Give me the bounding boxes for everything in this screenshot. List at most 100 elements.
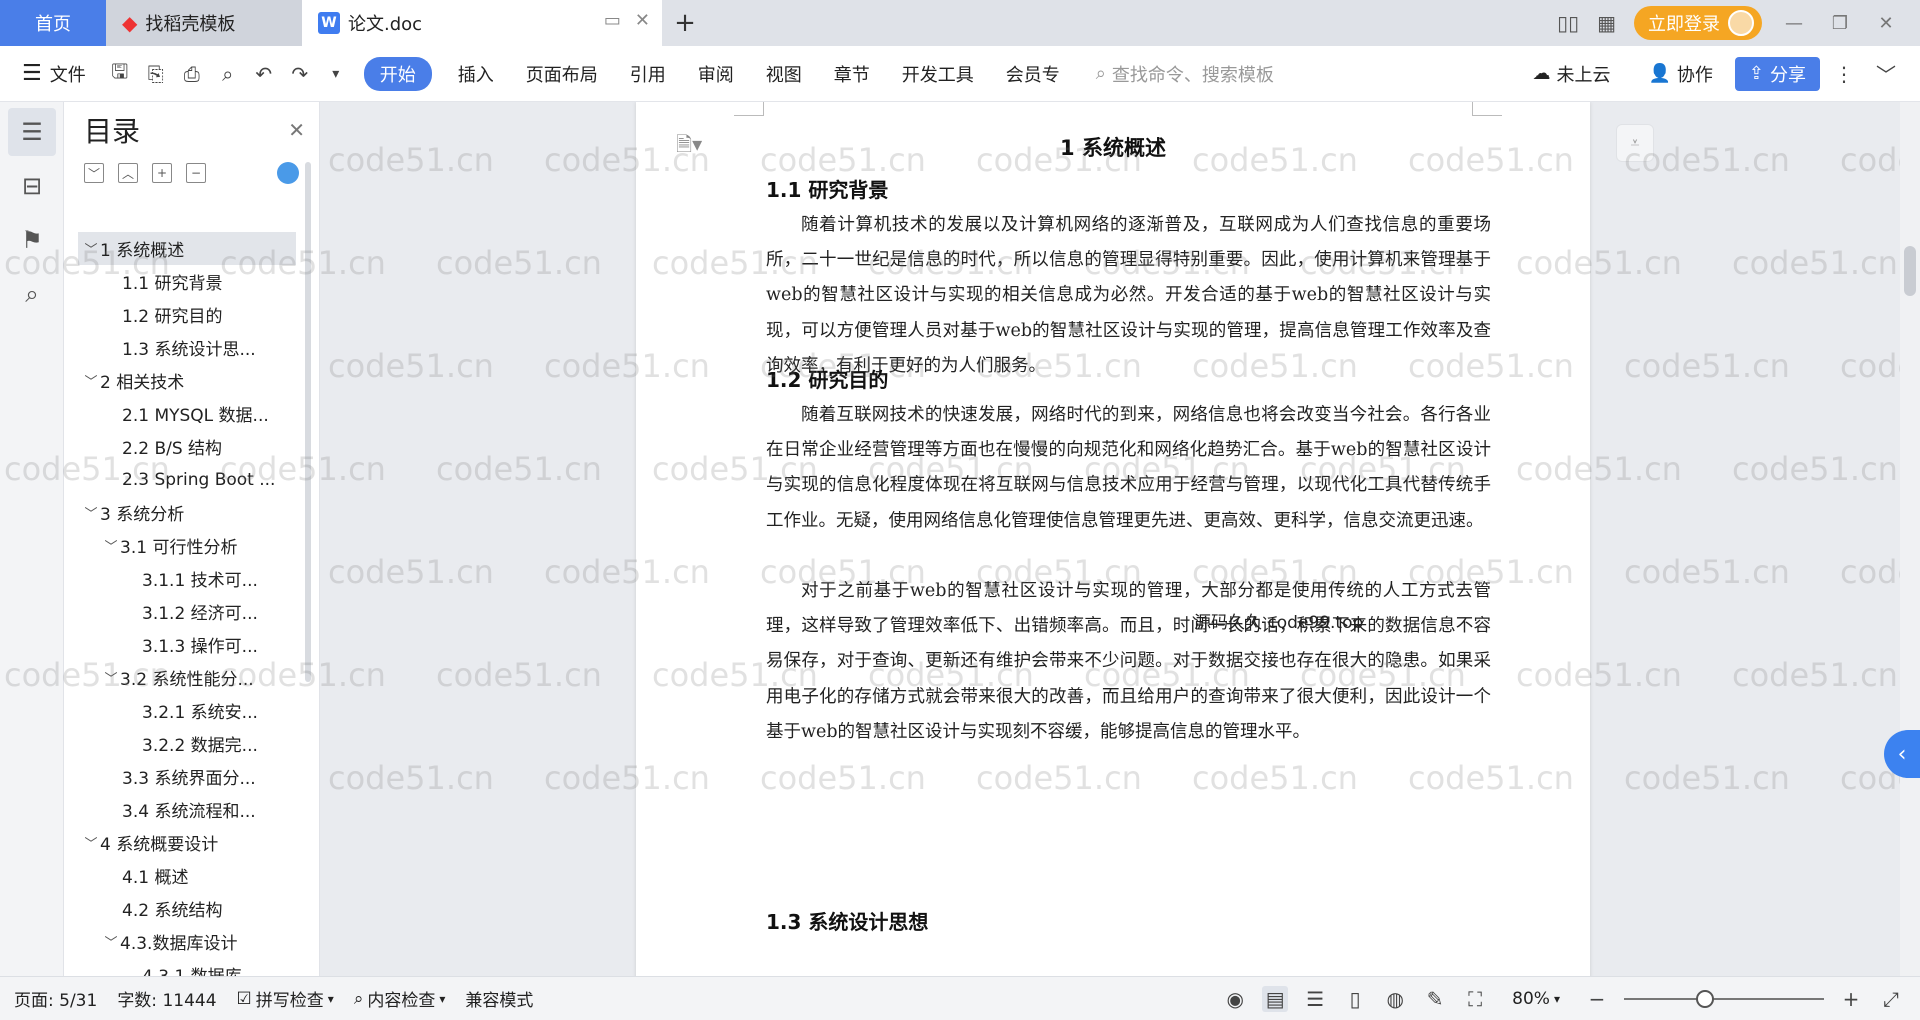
tab-layout[interactable]: 页面布局 xyxy=(510,61,614,87)
zoom-out-icon[interactable]: − xyxy=(1584,986,1610,1012)
tab-document[interactable]: W 论文.doc ▭ ✕ xyxy=(302,0,662,46)
pen-icon[interactable]: ✎ xyxy=(1422,986,1448,1012)
toc-item[interactable]: 3.1.1 技术可... xyxy=(78,562,296,595)
ai-assistant-icon[interactable] xyxy=(277,162,299,184)
undo-icon[interactable]: ↶ xyxy=(248,58,280,90)
document-page[interactable]: 🗎▾ 1 系统概述 1.1 研究背景 随着计算机技术的发展以及计算机网络的逐渐普… xyxy=(636,102,1590,976)
toc-item[interactable]: ﹀ 3.2 系统性能分... xyxy=(78,661,296,694)
chevron-down-icon[interactable]: ﹀ xyxy=(102,536,120,555)
export-icon[interactable]: ⎘ xyxy=(140,58,172,90)
toc-item[interactable]: 4.3.1 数据库... xyxy=(78,958,296,976)
toc-item[interactable]: 4.2 系统结构 xyxy=(78,892,296,925)
scroll-thumb[interactable] xyxy=(1904,246,1916,296)
chevron-down-icon[interactable]: ﹀ xyxy=(102,668,120,687)
reading-mode-icon[interactable]: ▯▯ xyxy=(1557,11,1579,35)
restore-icon[interactable]: ❐ xyxy=(1826,13,1854,34)
print-icon[interactable]: ⎙ xyxy=(176,58,208,90)
word-count[interactable]: 字数: 11444 xyxy=(107,986,226,1011)
fit-page-icon[interactable]: ⛶ xyxy=(1462,986,1488,1012)
tab-insert[interactable]: 插入 xyxy=(442,61,510,87)
toc-item[interactable]: ﹀ 2 相关技术 xyxy=(78,364,296,397)
tab-reference[interactable]: 引用 xyxy=(614,61,682,87)
page-view-icon[interactable]: ▤ xyxy=(1262,985,1289,1012)
chevron-down-icon[interactable]: ﹀ xyxy=(82,371,100,390)
toc-item[interactable]: ﹀ 4 系统概要设计 xyxy=(78,826,296,859)
vertical-scrollbar[interactable] xyxy=(1900,102,1920,976)
toc-item[interactable]: 3.4 系统流程和... xyxy=(78,793,296,826)
close-tab-icon[interactable]: ✕ xyxy=(635,10,650,31)
new-tab-button[interactable]: + xyxy=(662,0,708,46)
outline-icon[interactable]: ⊟ xyxy=(8,162,56,210)
toc-item[interactable]: 4.1 概述 xyxy=(78,859,296,892)
toc-item[interactable]: ﹀ 1 系统概述 xyxy=(78,232,296,265)
toc-item[interactable]: 1.2 研究目的 xyxy=(78,298,296,331)
find-icon[interactable]: ⌕ xyxy=(8,270,56,318)
toc-item[interactable]: 3.3 系统界面分... xyxy=(78,760,296,793)
toc-item[interactable]: 3.2.1 系统安... xyxy=(78,694,296,727)
toc-item[interactable]: 1.1 研究背景 xyxy=(78,265,296,298)
add-level-icon[interactable]: + xyxy=(152,163,172,183)
chevron-down-icon[interactable]: ﹀ xyxy=(82,833,100,852)
zoom-slider[interactable] xyxy=(1624,989,1824,1008)
login-button[interactable]: 立即登录 xyxy=(1634,6,1762,40)
expand-up-icon[interactable]: ︿ xyxy=(118,163,138,183)
toc-item[interactable]: 1.3 系统设计思... xyxy=(78,331,296,364)
close-window-icon[interactable]: ✕ xyxy=(1872,13,1900,34)
minimize-icon[interactable]: — xyxy=(1780,13,1808,34)
compat-mode[interactable]: 兼容模式 xyxy=(455,986,543,1011)
chevron-down-icon[interactable]: ﹀ xyxy=(102,932,120,951)
collab-label: 协作 xyxy=(1676,64,1713,86)
tab-review[interactable]: 审阅 xyxy=(682,61,750,87)
tab-daoke[interactable]: ◆ 找稻壳模板 xyxy=(106,0,302,46)
toc-item[interactable]: 2.2 B/S 结构 xyxy=(78,430,296,463)
toc-item[interactable]: 3.1.2 经济可... xyxy=(78,595,296,628)
fullscreen-icon[interactable]: ⤢ xyxy=(1878,986,1904,1012)
toc-item[interactable]: ﹀ 4.3.数据库设计 xyxy=(78,925,296,958)
redo-icon[interactable]: ↷ xyxy=(284,58,316,90)
tab-devtools[interactable]: 开发工具 xyxy=(886,61,990,87)
zoom-knob[interactable] xyxy=(1696,989,1714,1008)
cloud-status[interactable]: ☁ 未上云 xyxy=(1516,61,1626,87)
outline-view-icon[interactable]: ☰ xyxy=(1302,986,1328,1012)
tab-view[interactable]: 视图 xyxy=(750,61,818,87)
close-icon[interactable]: ✕ xyxy=(288,118,305,142)
collab-button[interactable]: 👤 协作 xyxy=(1632,61,1728,87)
toc-item[interactable]: 3.2.2 数据完... xyxy=(78,727,296,760)
tab-home[interactable]: 首页 xyxy=(0,0,106,46)
command-search[interactable]: ⌕ 查找命令、搜索模板 xyxy=(1096,61,1426,87)
tab-chapter[interactable]: 章节 xyxy=(818,61,886,87)
page-indicator[interactable]: 页面: 5/31 xyxy=(0,986,107,1011)
toc-item[interactable]: 2.3 Spring Boot ... xyxy=(78,463,296,496)
toc-item[interactable]: ﹀ 3.1 可行性分析 xyxy=(78,529,296,562)
tab-start[interactable]: 开始 xyxy=(363,56,432,91)
more-options-icon[interactable]: ⋮ xyxy=(1828,58,1860,90)
screen-icon[interactable]: ▭ xyxy=(604,10,621,31)
toc-scrollbar[interactable] xyxy=(305,162,311,682)
float-panel-icon[interactable]: ⩡ xyxy=(1616,124,1654,162)
share-button[interactable]: ⇪ 分享 xyxy=(1734,56,1820,91)
eye-protect-icon[interactable]: ◉ xyxy=(1222,986,1248,1012)
web-view-icon[interactable]: ◍ xyxy=(1382,986,1408,1012)
bookmark-icon[interactable]: ⚑ xyxy=(8,216,56,264)
toc-panel-icon[interactable]: ☰ xyxy=(8,108,56,156)
toc-item[interactable]: ﹀ 3 系统分析 xyxy=(78,496,296,529)
grid-apps-icon[interactable]: ▦ xyxy=(1597,11,1616,35)
spell-check[interactable]: ☑ 拼写检查 ▾ xyxy=(227,986,344,1012)
collapse-ribbon-icon[interactable]: ﹀ xyxy=(1870,58,1902,90)
chevron-down-icon[interactable]: ﹀ xyxy=(82,503,100,522)
remove-level-icon[interactable]: − xyxy=(186,163,206,183)
more-dropdown-icon[interactable]: ▾ xyxy=(320,58,352,90)
zoom-in-icon[interactable]: + xyxy=(1838,986,1864,1012)
collapse-all-icon[interactable]: ﹀ xyxy=(84,163,104,183)
reading-view-icon[interactable]: ▯ xyxy=(1342,986,1368,1012)
file-menu[interactable]: ☰ 文件 xyxy=(0,61,102,87)
toc-item[interactable]: 3.1.3 操作可... xyxy=(78,628,296,661)
toc-item[interactable]: 2.1 MYSQL 数据... xyxy=(78,397,296,430)
chevron-down-icon[interactable]: ﹀ xyxy=(82,239,100,258)
content-check[interactable]: ⌕ 内容检查 ▾ xyxy=(344,986,456,1012)
tab-member[interactable]: 会员专 xyxy=(990,61,1076,87)
zoom-level[interactable]: 80% ▾ xyxy=(1502,989,1570,1009)
search-icon: ⌕ xyxy=(1095,63,1106,84)
save-icon[interactable]: 🖫 xyxy=(104,58,136,90)
print-preview-icon[interactable]: ⌕ xyxy=(212,58,244,90)
